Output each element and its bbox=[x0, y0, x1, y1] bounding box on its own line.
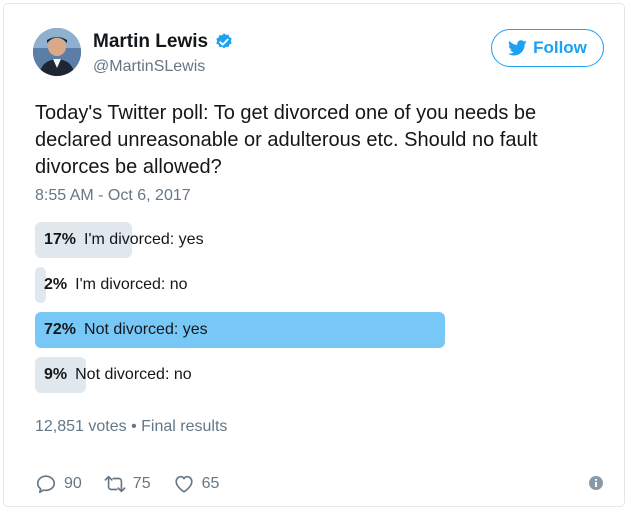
poll-option-text: 72% Not divorced: yes bbox=[44, 312, 208, 348]
author-name[interactable]: Martin Lewis bbox=[93, 31, 208, 53]
poll-option: 17% I'm divorced: yes bbox=[35, 222, 595, 258]
avatar-image bbox=[33, 28, 81, 76]
retweet-count: 75 bbox=[132, 475, 151, 492]
tweet-card: Martin Lewis @MartinSLewis Follow Today'… bbox=[3, 3, 625, 507]
poll-label: I'm divorced: yes bbox=[84, 231, 204, 248]
poll: 17% I'm divorced: yes 2% I'm divorced: no … bbox=[35, 222, 595, 402]
avatar[interactable] bbox=[33, 28, 81, 76]
tweet-timestamp[interactable]: 8:55 AM - Oct 6, 2017 bbox=[35, 187, 191, 205]
author-handle[interactable]: @MartinSLewis bbox=[93, 58, 205, 76]
verified-badge-icon bbox=[214, 32, 234, 52]
reply-icon bbox=[36, 475, 56, 494]
tweet-text: Today's Twitter poll: To get divorced on… bbox=[35, 102, 538, 178]
poll-option: 72% Not divorced: yes bbox=[35, 312, 595, 348]
poll-percent: 17% bbox=[44, 231, 77, 248]
poll-status: Final results bbox=[141, 418, 228, 435]
poll-option: 9% Not divorced: no bbox=[35, 357, 595, 393]
poll-option-text: 2% I'm divorced: no bbox=[44, 267, 188, 303]
poll-separator: • bbox=[131, 418, 137, 435]
poll-option-text: 17% I'm divorced: yes bbox=[44, 222, 204, 258]
retweet-icon bbox=[104, 475, 126, 493]
reply-button[interactable]: 90 bbox=[35, 473, 82, 495]
retweet-button[interactable]: 75 bbox=[104, 473, 151, 495]
reply-count: 90 bbox=[64, 475, 82, 492]
heart-icon bbox=[174, 475, 193, 493]
poll-percent: 2% bbox=[44, 276, 68, 293]
poll-label: Not divorced: yes bbox=[84, 321, 208, 338]
info-icon[interactable] bbox=[588, 475, 604, 491]
author-name-row: Martin Lewis bbox=[93, 31, 234, 53]
follow-button[interactable]: Follow bbox=[491, 29, 604, 67]
like-button[interactable]: 65 bbox=[173, 473, 220, 495]
poll-option-text: 9% Not divorced: no bbox=[44, 357, 192, 393]
poll-votes: 12,851 votes bbox=[35, 418, 127, 435]
poll-label: Not divorced: no bbox=[75, 366, 192, 383]
tweet-actions: 90 75 65 bbox=[35, 473, 241, 495]
poll-percent: 72% bbox=[44, 321, 77, 338]
like-count: 65 bbox=[201, 475, 220, 492]
poll-summary: 12,851 votes • Final results bbox=[35, 418, 227, 436]
follow-label: Follow bbox=[533, 38, 587, 57]
poll-option: 2% I'm divorced: no bbox=[35, 267, 595, 303]
poll-label: I'm divorced: no bbox=[75, 276, 188, 293]
poll-percent: 9% bbox=[44, 366, 68, 383]
twitter-bird-icon bbox=[508, 40, 527, 56]
